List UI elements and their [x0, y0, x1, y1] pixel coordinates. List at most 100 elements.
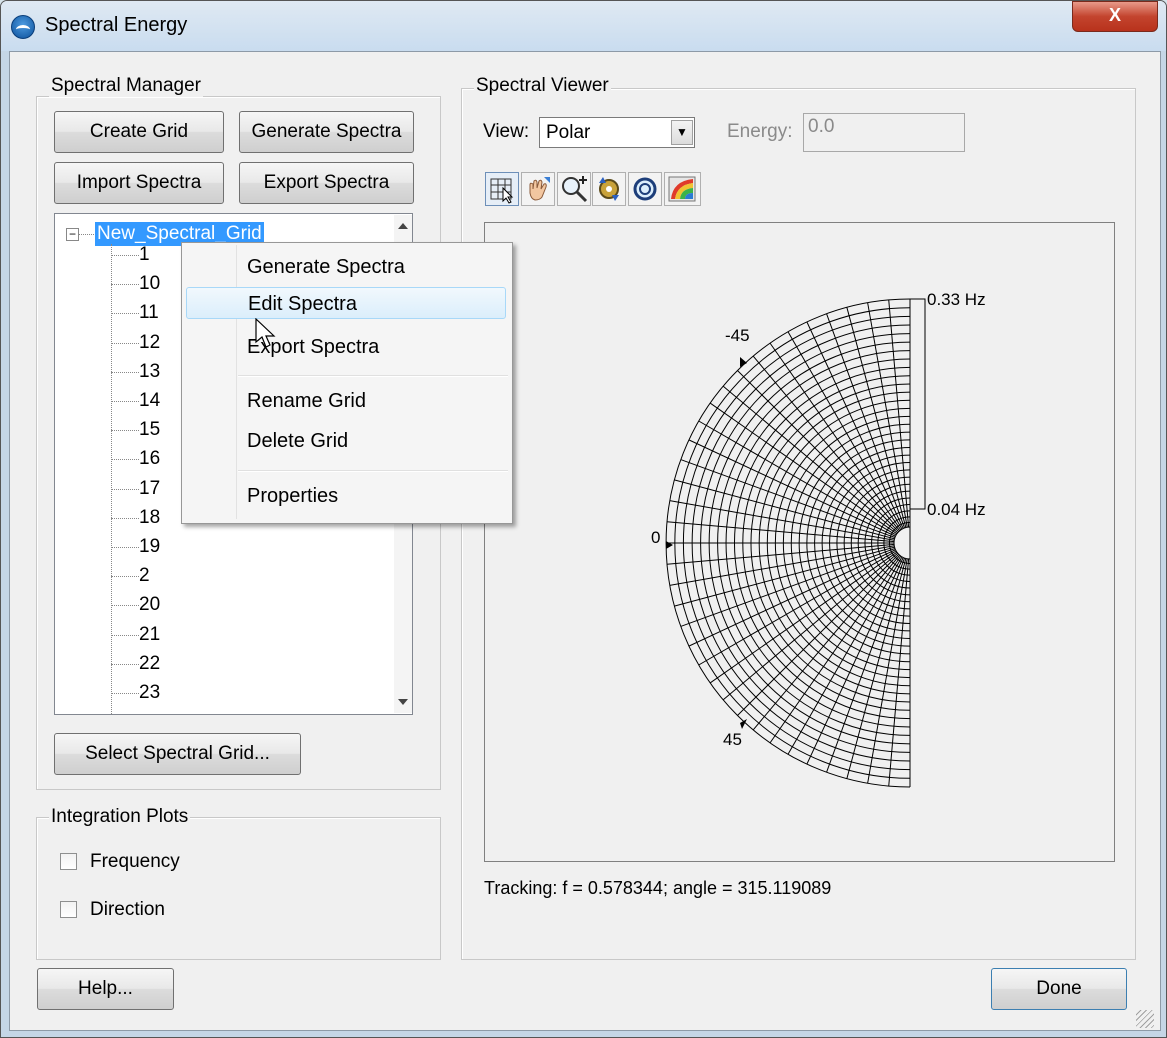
polar-spoke [737, 553, 900, 716]
tree-item[interactable]: 11 [139, 301, 159, 325]
rotate-tool-button[interactable] [592, 172, 626, 206]
integration-plots-group [36, 817, 441, 960]
tracking-readout: Tracking: f = 0.578344; angle = 315.1190… [484, 878, 832, 898]
tree-item[interactable]: 1 [139, 243, 150, 267]
create-grid-button[interactable]: Create Grid [54, 111, 224, 153]
tree-connector [111, 342, 139, 344]
tree-item[interactable]: 15 [139, 418, 160, 442]
freq-label-low: 0.04 Hz [927, 500, 986, 519]
tree-connector [111, 547, 139, 548]
tree-connector [111, 576, 139, 578]
menu-separator [238, 375, 508, 377]
angle-marker-0 [666, 541, 673, 549]
polar-spoke [787, 331, 903, 530]
select-grid-icon [490, 178, 514, 204]
tree-item[interactable]: 14 [139, 389, 160, 413]
mouse-pointer-icon [255, 318, 276, 348]
tree-connector [111, 255, 139, 256]
direction-checkbox[interactable] [60, 901, 77, 918]
tree-item[interactable]: 21 [139, 623, 160, 647]
tree-item[interactable]: 17 [139, 477, 160, 501]
tree-connector [111, 313, 139, 315]
frequency-checkbox[interactable] [60, 853, 77, 870]
zoom-in-icon [562, 176, 588, 203]
scroll-up-icon[interactable] [398, 223, 408, 229]
tree-item[interactable]: 22 [139, 652, 160, 676]
grid-context-menu: Generate Spectra Edit Spectra Export Spe… [181, 242, 513, 524]
scroll-down-icon[interactable] [398, 699, 408, 705]
pan-icon [529, 177, 550, 201]
tree-item[interactable]: 10 [139, 272, 160, 296]
tree-connector [78, 234, 94, 235]
polar-grid [665, 298, 911, 788]
menu-item-rename-grid[interactable]: Rename Grid [186, 385, 506, 417]
polar-spoke [787, 556, 903, 755]
close-button[interactable]: X [1072, 1, 1158, 32]
zoom-extents-tool-button[interactable] [628, 172, 662, 206]
energy-label: Energy: [727, 121, 793, 142]
tree-item[interactable]: 16 [139, 447, 160, 471]
tree-connector [111, 663, 139, 665]
spectral-manager-label: Spectral Manager [49, 75, 203, 97]
view-selected-value: Polar [546, 122, 591, 143]
tree-item[interactable]: 19 [139, 535, 160, 559]
select-spectral-grid-button[interactable]: Select Spectral Grid... [54, 733, 301, 775]
tree-item[interactable]: 2 [139, 564, 150, 588]
zoom-in-tool-button[interactable] [557, 172, 591, 206]
color-ramp-tool-button[interactable] [664, 172, 701, 206]
tree-item[interactable]: 23 [139, 681, 160, 705]
polar-plot-area[interactable]: 0.33 Hz 0.04 Hz -45 0 45 [484, 222, 1115, 862]
tree-connector [111, 517, 139, 519]
view-dropdown[interactable]: Polar ▼ [539, 117, 695, 148]
export-spectra-button[interactable]: Export Spectra [239, 162, 414, 204]
freq-label-high: 0.33 Hz [927, 290, 986, 309]
tree-connector [111, 605, 139, 607]
pan-tool-button[interactable] [521, 172, 555, 206]
polar-spectrum-plot: 0.33 Hz 0.04 Hz -45 0 45 [651, 290, 986, 788]
rotate-icon [599, 177, 619, 201]
title-bar[interactable]: Spectral Energy [1, 1, 1166, 51]
energy-field: 0.0 [803, 113, 965, 152]
menu-item-delete-grid[interactable]: Delete Grid [186, 425, 506, 457]
polar-spoke [698, 550, 897, 666]
menu-separator [238, 470, 508, 472]
window-title: Spectral Energy [45, 14, 188, 36]
tree-connector [111, 430, 139, 432]
select-grid-tool-button[interactable] [485, 172, 519, 206]
tree-item[interactable]: 13 [139, 360, 160, 384]
polar-spoke [698, 420, 897, 536]
tree-connector [111, 459, 139, 461]
tree-guide-line [111, 244, 112, 714]
import-spectra-button[interactable]: Import Spectra [54, 162, 224, 204]
tree-connector [111, 488, 139, 490]
frequency-scale-bracket [910, 298, 926, 510]
tree-connector [111, 634, 139, 636]
resize-grip-icon[interactable] [1136, 1010, 1154, 1028]
tree-connector [111, 284, 139, 286]
tree-connector [111, 693, 139, 694]
done-button[interactable]: Done [991, 968, 1127, 1010]
tree-connector [111, 401, 139, 402]
frequency-label: Frequency [90, 851, 180, 872]
menu-item-generate-spectra[interactable]: Generate Spectra [186, 251, 506, 283]
view-label: View: [483, 121, 530, 142]
help-button[interactable]: Help... [37, 968, 174, 1010]
direction-label: Direction [90, 899, 165, 920]
angle-label-0: 0 [651, 528, 660, 547]
generate-spectra-button[interactable]: Generate Spectra [239, 111, 414, 153]
angle-label-45: 45 [723, 730, 742, 749]
color-ramp-icon [668, 176, 696, 202]
polar-spoke [737, 370, 900, 533]
menu-item-properties[interactable]: Properties [186, 480, 506, 512]
menu-item-edit-spectra[interactable]: Edit Spectra [186, 287, 506, 319]
angle-label-neg45: -45 [725, 326, 750, 345]
zoom-extents-icon [633, 177, 657, 201]
chevron-down-icon[interactable]: ▼ [671, 120, 693, 145]
tree-item[interactable]: 12 [139, 331, 160, 355]
tree-connector [111, 371, 139, 373]
menu-item-export-spectra[interactable]: Export Spectra [186, 331, 506, 363]
app-logo-icon [11, 15, 35, 39]
spectral-viewer-label: Spectral Viewer [474, 75, 611, 97]
tree-item[interactable]: 18 [139, 506, 160, 530]
tree-item[interactable]: 20 [139, 593, 160, 617]
